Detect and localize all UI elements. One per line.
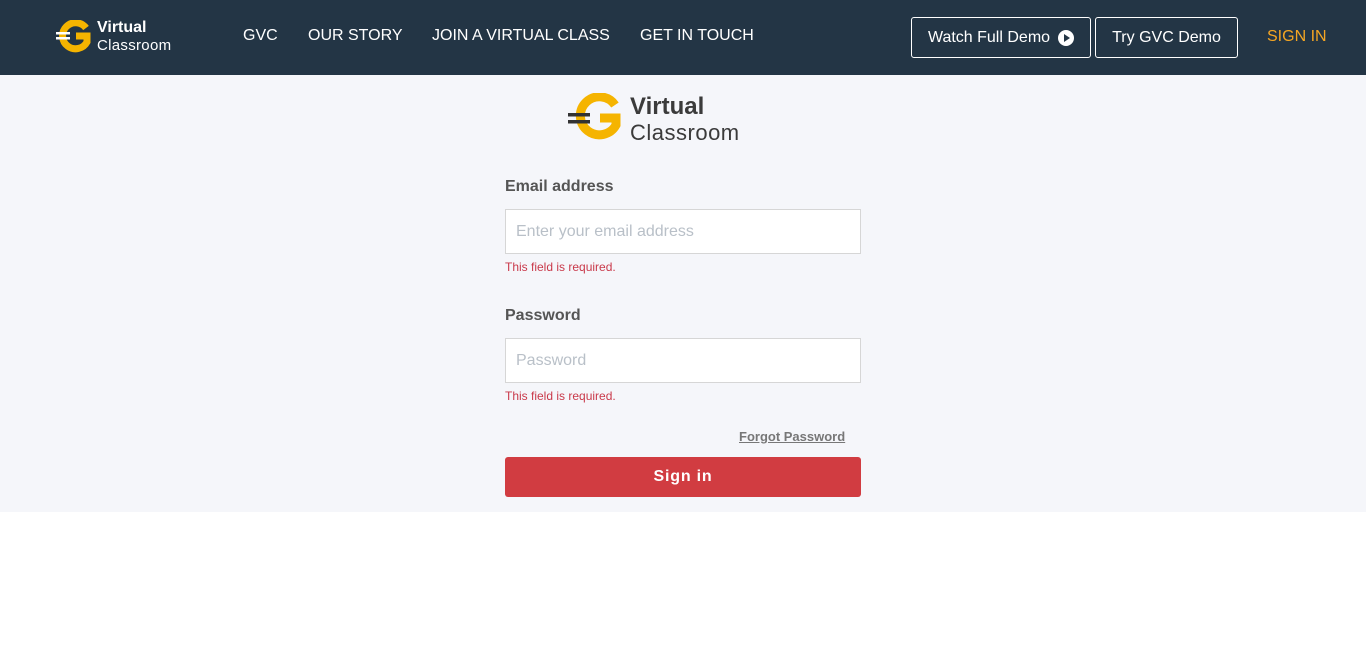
try-gvc-demo-label: Try GVC Demo [1112, 28, 1221, 46]
nav-link-get-in-touch[interactable]: GET IN TOUCH [640, 27, 754, 45]
form-logo: Virtual Classroom [567, 93, 767, 145]
password-label: Password [505, 307, 581, 324]
top-navbar: Virtual Classroom GVC OUR STORY JOIN A V… [0, 0, 1366, 75]
email-field[interactable] [505, 209, 861, 254]
email-label: Email address [505, 178, 614, 195]
try-gvc-demo-button[interactable]: Try GVC Demo [1095, 17, 1238, 58]
play-circle-icon [1058, 29, 1075, 46]
watch-full-demo-button[interactable]: Watch Full Demo [911, 17, 1091, 58]
nav-logo-line2: Classroom [97, 37, 172, 54]
password-error: This field is required. [505, 389, 616, 403]
sign-in-button[interactable]: Sign in [505, 457, 861, 497]
nav-sign-in-link[interactable]: SIGN IN [1267, 28, 1327, 46]
nav-logo-line1: Virtual [97, 19, 147, 36]
nav-link-join-virtual-class[interactable]: JOIN A VIRTUAL CLASS [432, 27, 610, 45]
nav-logo[interactable]: Virtual Classroom [56, 19, 186, 56]
login-section: Virtual Classroom Email address This fie… [0, 75, 1366, 512]
form-logo-line2: Classroom [630, 120, 740, 145]
gvc-logo-large-icon [568, 93, 621, 140]
forgot-password-link[interactable]: Forgot Password [739, 429, 845, 444]
form-logo-line1: Virtual [630, 93, 705, 120]
password-field[interactable] [505, 338, 861, 383]
nav-link-our-story[interactable]: OUR STORY [308, 27, 403, 45]
gvc-logo-icon [56, 20, 91, 53]
nav-link-gvc[interactable]: GVC [243, 27, 278, 45]
watch-full-demo-label: Watch Full Demo [927, 28, 1051, 46]
email-error: This field is required. [505, 260, 616, 274]
